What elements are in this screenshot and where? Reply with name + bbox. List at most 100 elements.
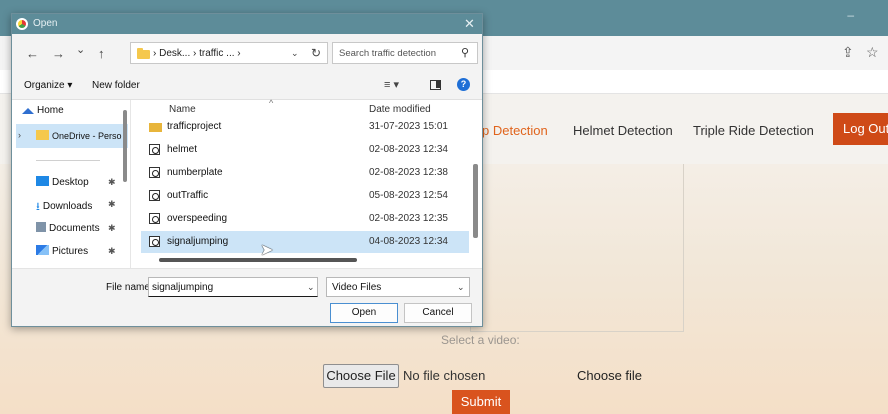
- desktop-icon: [36, 176, 49, 186]
- file-row[interactable]: numberplate 02-08-2023 12:38: [141, 162, 469, 184]
- file-name-value: signaljumping: [152, 282, 214, 293]
- pin-icon: ✱: [108, 177, 116, 187]
- up-arrow-icon[interactable]: ↑: [98, 46, 105, 61]
- forward-arrow-icon[interactable]: →: [52, 46, 65, 61]
- address-row: ← → ⌄ ↑ › Desk... › traffic ... › ⌄ ↻ Se…: [12, 34, 482, 70]
- file-name: outTraffic: [167, 190, 209, 201]
- breadcrumb[interactable]: › Desk... › traffic ... ›: [153, 48, 241, 59]
- view-options-icon[interactable]: ≡ ▾: [384, 78, 399, 91]
- pin-icon: ✱: [108, 223, 116, 233]
- dialog-footer: File name: signaljumping ⌄ Video Files ⌄…: [12, 268, 482, 326]
- organize-button[interactable]: Organize ▾: [24, 80, 72, 91]
- video-preview-box: [470, 164, 684, 332]
- open-file-dialog: Open ✕ ← → ⌄ ↑ › Desk... › traffic ... ›…: [11, 13, 483, 327]
- file-name: signaljumping: [167, 236, 229, 247]
- home-icon: [22, 108, 34, 114]
- download-icon: ⭳: [36, 201, 40, 213]
- no-file-chosen-text: No file chosen: [403, 368, 486, 383]
- open-button[interactable]: Open: [330, 303, 398, 323]
- command-bar: Organize ▾ New folder ≡ ▾ ?: [12, 70, 482, 100]
- sidebar-item-downloads[interactable]: ⭳ Downloads: [36, 198, 93, 213]
- dialog-titlebar: Open ✕: [12, 14, 482, 34]
- new-folder-button[interactable]: New folder: [92, 80, 140, 91]
- file-row[interactable]: overspeeding 02-08-2023 12:35: [141, 208, 469, 230]
- file-date: 02-08-2023 12:35: [369, 213, 448, 224]
- back-arrow-icon[interactable]: ←: [26, 46, 39, 61]
- sidebar-item-label: Pictures: [52, 246, 89, 257]
- help-icon[interactable]: ?: [457, 78, 470, 91]
- file-name: helmet: [167, 144, 198, 155]
- sidebar-item-label: Documents: [49, 223, 100, 234]
- minimize-button[interactable]: –: [847, 8, 854, 22]
- pictures-icon: [36, 245, 49, 255]
- sort-ascending-icon: ^: [269, 98, 274, 108]
- sidebar-item-pictures[interactable]: Pictures: [36, 245, 88, 257]
- dialog-title: Open: [33, 18, 58, 29]
- search-placeholder: Search traffic detection: [339, 48, 436, 59]
- video-file-icon: [149, 213, 160, 224]
- file-date: 04-08-2023 12:34: [369, 236, 448, 247]
- address-dropdown-icon[interactable]: ⌄: [291, 48, 299, 59]
- folder-icon: [36, 130, 49, 140]
- video-file-icon: [149, 167, 160, 178]
- file-name: overspeeding: [167, 213, 228, 224]
- address-bar[interactable]: › Desk... › traffic ... › ⌄ ↻: [130, 42, 328, 64]
- cancel-button[interactable]: Cancel: [404, 303, 472, 323]
- pin-icon: ✱: [108, 246, 116, 256]
- search-icon[interactable]: ⚲: [461, 46, 469, 59]
- folder-icon: [149, 123, 162, 132]
- expand-chevron-icon[interactable]: ›: [18, 130, 21, 140]
- star-icon[interactable]: ☆: [866, 44, 879, 61]
- nav-link-detection[interactable]: p Detection: [482, 123, 548, 138]
- sidebar-item-label: Home: [37, 105, 64, 116]
- file-row[interactable]: outTraffic 05-08-2023 12:54: [141, 185, 469, 207]
- choose-file-button[interactable]: Choose File: [323, 364, 399, 388]
- file-row-selected[interactable]: signaljumping 04-08-2023 12:34: [141, 231, 469, 253]
- recent-locations-chevron-icon[interactable]: ⌄: [76, 43, 85, 56]
- choose-file-label: Choose file: [577, 368, 643, 383]
- file-name: numberplate: [167, 167, 223, 178]
- preview-pane-icon[interactable]: [430, 80, 441, 90]
- file-list-vertical-scrollbar[interactable]: [473, 164, 478, 238]
- column-header-name[interactable]: Name: [169, 104, 196, 115]
- sidebar-item-onedrive[interactable]: OneDrive - Perso: [36, 130, 122, 141]
- close-icon[interactable]: ✕: [464, 16, 475, 32]
- file-date: 02-08-2023 12:38: [369, 167, 448, 178]
- video-file-icon: [149, 190, 160, 201]
- file-type-select[interactable]: Video Files ⌄: [326, 277, 470, 297]
- documents-icon: [36, 222, 46, 232]
- video-file-icon: [149, 236, 160, 247]
- search-box[interactable]: Search traffic detection ⚲: [332, 42, 478, 64]
- sidebar-item-home[interactable]: Home: [22, 105, 64, 116]
- folder-icon: [137, 48, 150, 59]
- navigation-pane: Home › OneDrive - Perso Desktop ⭳ Downloa…: [12, 100, 130, 268]
- share-icon[interactable]: ⇪: [842, 44, 854, 61]
- nav-pane-scrollbar[interactable]: [123, 110, 127, 182]
- submit-button[interactable]: Submit: [452, 390, 510, 414]
- pin-icon: ✱: [108, 199, 116, 209]
- file-list-horizontal-scrollbar[interactable]: [159, 258, 357, 262]
- mouse-pointer-icon: ➤: [260, 242, 274, 259]
- divider: [36, 160, 100, 161]
- logout-button[interactable]: Log Out: [833, 113, 888, 145]
- file-name-input[interactable]: signaljumping ⌄: [148, 277, 318, 297]
- select-video-label: Select a video:: [441, 333, 520, 347]
- file-name: trafficproject: [167, 121, 222, 132]
- column-header-date-modified[interactable]: Date modified: [369, 104, 431, 115]
- file-row[interactable]: trafficproject 31-07-2023 15:01: [141, 116, 469, 138]
- sidebar-item-desktop[interactable]: Desktop: [36, 176, 89, 188]
- chevron-down-icon[interactable]: ⌄: [307, 282, 315, 293]
- nav-link-triple-ride-detection[interactable]: Triple Ride Detection: [693, 123, 814, 138]
- file-row[interactable]: helmet 02-08-2023 12:34: [141, 139, 469, 161]
- file-date: 31-07-2023 15:01: [369, 121, 448, 132]
- sidebar-item-documents[interactable]: Documents: [36, 222, 100, 234]
- refresh-icon[interactable]: ↻: [311, 46, 321, 60]
- chevron-down-icon[interactable]: ⌄: [457, 282, 465, 293]
- file-date: 02-08-2023 12:34: [369, 144, 448, 155]
- file-date: 05-08-2023 12:54: [369, 190, 448, 201]
- sidebar-item-label: Desktop: [52, 177, 89, 188]
- file-list: Name ^ Date modified trafficproject 31-0…: [130, 98, 482, 268]
- sidebar-item-label: Downloads: [42, 201, 93, 212]
- nav-link-helmet-detection[interactable]: Helmet Detection: [573, 123, 673, 138]
- video-file-icon: [149, 144, 160, 155]
